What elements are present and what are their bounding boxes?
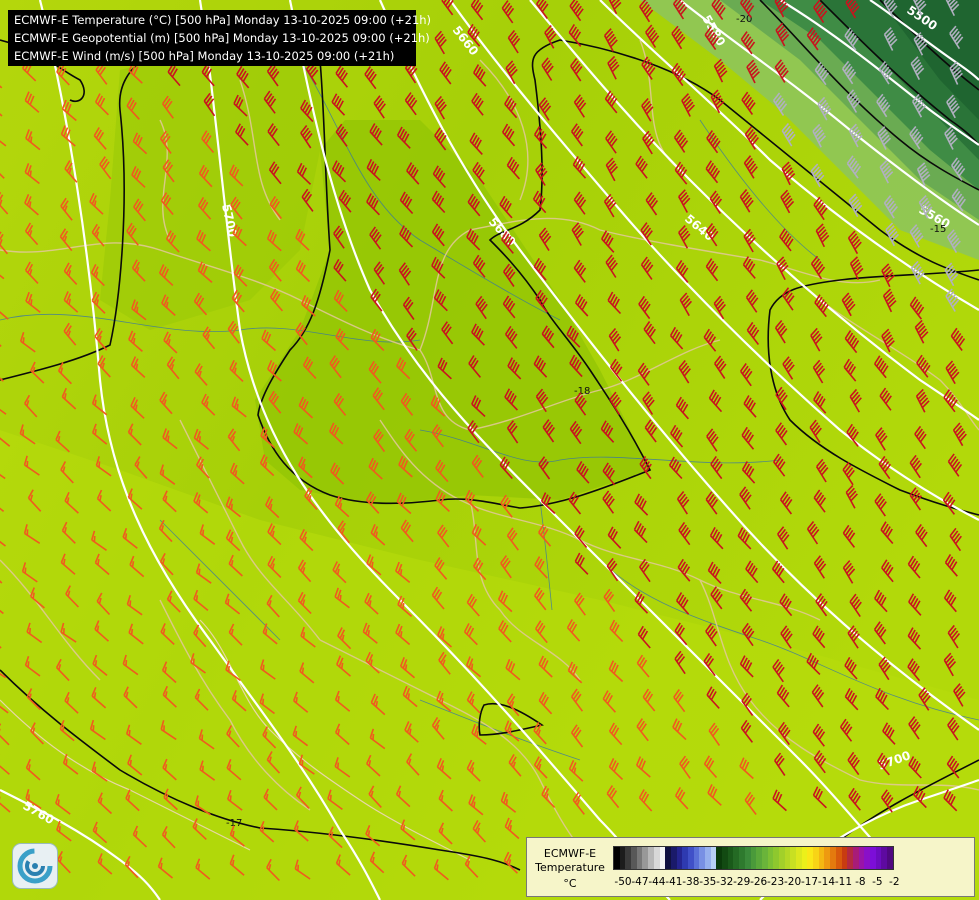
legend-tick-label: -26: [750, 876, 768, 888]
title-wind: ECMWF-E Wind (m/s) [500 hPa] Monday 13-1…: [14, 49, 395, 63]
legend-tick-label: -8: [855, 876, 866, 888]
legend-tick-label: -47: [631, 876, 649, 888]
legend-tick-label: -11: [834, 876, 852, 888]
label-temperature-0: -17: [226, 818, 242, 829]
legend-color-bar: [613, 846, 894, 870]
provider-logo-icon: [12, 843, 58, 889]
legend-tick-label: -5: [872, 876, 883, 888]
legend-tick-label: -38: [682, 876, 700, 888]
legend-tick-label: -23: [767, 876, 785, 888]
legend-tick-label: -20: [783, 876, 802, 888]
map-title-box: ECMWF-E Temperature (°C) [500 hPa] Monda…: [8, 10, 432, 66]
legend-tick-label: -2: [889, 876, 900, 888]
legend-tick-labels: -50 -47 -44 -41 -38 -35 -32 -29 -26 -23 -20 -17 -14-…: [611, 876, 971, 890]
label-temperature-3: -15: [930, 224, 946, 235]
legend-unit: °C: [563, 877, 577, 890]
legend-tick-label: -17: [800, 876, 819, 888]
legend-swatch: [887, 847, 893, 869]
title-temperature: ECMWF-E Temperature (°C) [500 hPa] Monda…: [14, 13, 432, 27]
legend-tick-label: -14: [817, 876, 836, 888]
weather-map: 5660 5700 5680 5640 5560 5500 5700 5760 …: [0, 0, 979, 900]
legend-tick-label: -32: [716, 876, 734, 888]
temperature-legend: ECMWF-E Temperature °C -50 -47 -44 -41 -38 -3…: [526, 837, 975, 897]
title-geopotential: ECMWF-E Geopotential (m) [500 hPa] Monda…: [14, 31, 430, 45]
legend-tick-label: -44: [648, 876, 666, 888]
legend-tick-label: -50: [614, 876, 632, 888]
map-canvas: 5660 5700 5680 5640 5560 5500 5700 5760 …: [0, 0, 979, 900]
legend-title: ECMWF-E Temperature: [535, 847, 605, 874]
legend-tick-label: -41: [665, 876, 683, 888]
legend-tick-label: -35: [699, 876, 717, 888]
legend-tick-label: -29: [733, 876, 751, 888]
